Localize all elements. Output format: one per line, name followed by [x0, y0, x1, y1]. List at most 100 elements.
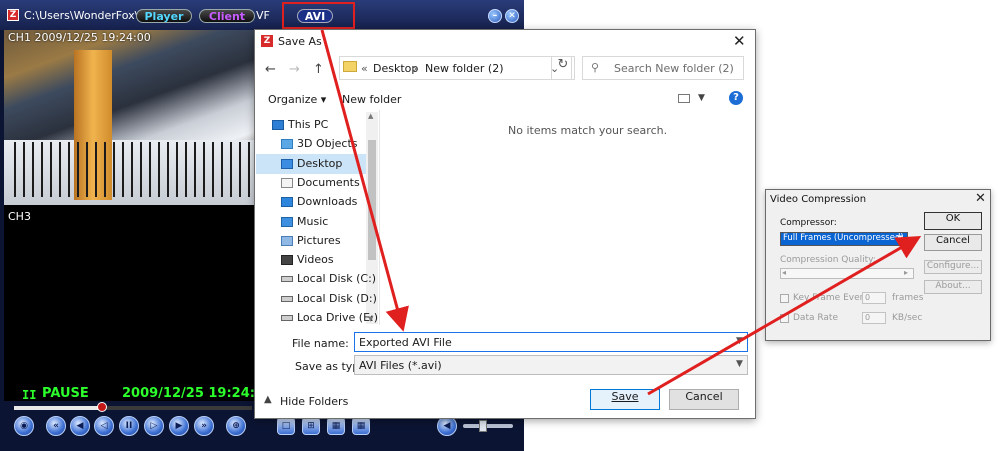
forward-arrow-icon[interactable]: →	[289, 62, 300, 77]
dialog-title: Video Compression	[770, 194, 867, 205]
breadcrumb-new-folder[interactable]: New folder (2)	[425, 62, 504, 75]
nav-item-loca-drive-e[interactable]: Loca Drive (E:)	[297, 311, 378, 324]
videos-icon	[281, 255, 293, 265]
datarate-input[interactable]: 0	[862, 312, 886, 324]
breadcrumb-separator-icon[interactable]: ›	[413, 62, 417, 75]
app-icon: Z	[7, 9, 19, 21]
step-forward-icon[interactable]: ▷	[144, 416, 164, 436]
rewind-icon[interactable]: «	[46, 416, 66, 436]
compressor-dropdown-icon[interactable]: ▼	[897, 234, 902, 242]
search-placeholder: Search New folder (2)	[614, 62, 734, 75]
close-icon[interactable]: ✕	[975, 191, 986, 206]
player-title-path-tail: VF	[256, 9, 270, 22]
close-icon[interactable]: ✕	[733, 32, 746, 50]
cancel-button[interactable]: Cancel	[924, 234, 982, 251]
progress-fill	[14, 406, 102, 410]
new-folder-button[interactable]: New folder	[342, 93, 401, 106]
snapshot-icon[interactable]: ⊕	[226, 416, 246, 436]
chevron-up-icon[interactable]: ▲	[264, 394, 272, 405]
keyframe-input[interactable]: 0	[862, 292, 886, 304]
ch1-scene-railing	[14, 142, 254, 197]
hide-folders-button[interactable]: Hide Folders	[280, 395, 348, 408]
nav-item-local-disk-c[interactable]: Local Disk (C:)	[297, 272, 376, 285]
quality-label: Compression Quality:	[780, 255, 876, 265]
channel-3-label: CH3	[8, 210, 31, 223]
client-tab-button[interactable]: Client	[199, 9, 255, 23]
previous-icon[interactable]: ◀	[70, 416, 90, 436]
up-arrow-icon[interactable]: ↑	[313, 62, 324, 77]
empty-folder-message: No items match your search.	[508, 124, 668, 137]
speaker-icon[interactable]: ◀	[437, 416, 457, 436]
cancel-button[interactable]: Cancel	[669, 389, 739, 410]
avi-highlight-box	[282, 2, 355, 29]
keyframe-checkbox[interactable]	[780, 294, 789, 303]
pause-icon[interactable]: II	[119, 416, 139, 436]
save-type-dropdown-icon[interactable]: ▼	[736, 359, 743, 369]
dialog-title: Save As	[278, 35, 322, 48]
drive-icon	[281, 276, 293, 282]
pictures-icon	[281, 236, 293, 246]
file-name-value[interactable]: Exported AVI File	[359, 336, 452, 349]
record-icon[interactable]: ◉	[14, 416, 34, 436]
downloads-icon	[281, 197, 293, 207]
progress-handle[interactable]	[97, 402, 107, 412]
breadcrumb-desktop[interactable]: Desktop	[373, 62, 418, 75]
organize-button[interactable]: Organize ▾	[268, 93, 326, 106]
minimize-icon[interactable]: –	[488, 9, 502, 23]
quad-view-icon[interactable]: ⊞	[302, 417, 320, 435]
compressor-label: Compressor:	[780, 218, 837, 228]
step-back-icon[interactable]: ◁	[94, 416, 114, 436]
nav-scroll-thumb[interactable]	[368, 140, 376, 260]
sixteen-view-icon[interactable]: ▦	[352, 417, 370, 435]
about-button[interactable]: About...	[924, 280, 982, 294]
channel-1-video[interactable]	[4, 30, 258, 205]
save-button[interactable]: Save	[590, 389, 660, 410]
view-options-icon[interactable]	[678, 94, 690, 103]
drive-icon	[281, 296, 293, 302]
documents-icon	[281, 178, 293, 188]
channel-3-video[interactable]	[4, 205, 258, 385]
save-type-value[interactable]: AVI Files (*.avi)	[359, 359, 442, 372]
view-dropdown-icon[interactable]: ▼	[698, 93, 705, 103]
help-icon[interactable]: ?	[729, 91, 743, 105]
address-overflow-icon[interactable]: «	[361, 62, 368, 75]
datarate-checkbox[interactable]	[780, 314, 789, 323]
ok-button[interactable]: OK	[924, 212, 982, 230]
file-name-dropdown-icon[interactable]: ▼	[736, 336, 743, 346]
save-as-dialog: Z Save As ✕ ← → ↑ « Desktop › New folder…	[254, 29, 756, 419]
search-icon: ⚲	[591, 61, 600, 74]
pc-icon	[272, 120, 284, 130]
nav-item-documents[interactable]: Documents	[297, 176, 360, 189]
file-name-label: File name:	[292, 337, 349, 350]
quality-slider[interactable]	[780, 268, 914, 279]
fast-forward-icon[interactable]: »	[194, 416, 214, 436]
slider-right-icon[interactable]: ▸	[904, 268, 908, 277]
refresh-icon[interactable]: ↻	[551, 56, 575, 80]
nav-item-music[interactable]: Music	[297, 215, 328, 228]
scroll-up-icon[interactable]: ▲	[368, 112, 373, 120]
nav-item-downloads[interactable]: Downloads	[297, 195, 357, 208]
close-icon[interactable]: ✕	[505, 9, 519, 23]
nav-item-pictures[interactable]: Pictures	[297, 234, 341, 247]
player-tab-button[interactable]: Player	[136, 9, 192, 23]
volume-slider[interactable]	[463, 424, 513, 428]
single-view-icon[interactable]: □	[277, 417, 295, 435]
configure-button[interactable]: Configure...	[924, 260, 982, 274]
nine-view-icon[interactable]: ▦	[327, 417, 345, 435]
nav-item-videos[interactable]: Videos	[297, 253, 334, 266]
datarate-unit: KB/sec	[892, 313, 923, 323]
volume-handle[interactable]	[479, 420, 487, 432]
nav-item-this-pc[interactable]: This PC	[288, 118, 328, 131]
3d-objects-icon	[281, 139, 293, 149]
back-arrow-icon[interactable]: ←	[265, 62, 276, 77]
nav-item-desktop[interactable]: Desktop	[297, 157, 342, 170]
compressor-value[interactable]: Full Frames (Uncompressed)	[783, 233, 904, 243]
next-icon[interactable]: ▶	[169, 416, 189, 436]
nav-item-local-disk-d[interactable]: Local Disk (D:)	[297, 292, 377, 305]
playback-state: PAUSE	[42, 386, 89, 401]
pane-divider[interactable]	[379, 110, 380, 325]
nav-item-3d-objects[interactable]: 3D Objects	[297, 137, 358, 150]
drive-icon	[281, 315, 293, 321]
slider-left-icon[interactable]: ◂	[782, 268, 786, 277]
keyframe-label: Key Frame Every	[793, 293, 869, 303]
